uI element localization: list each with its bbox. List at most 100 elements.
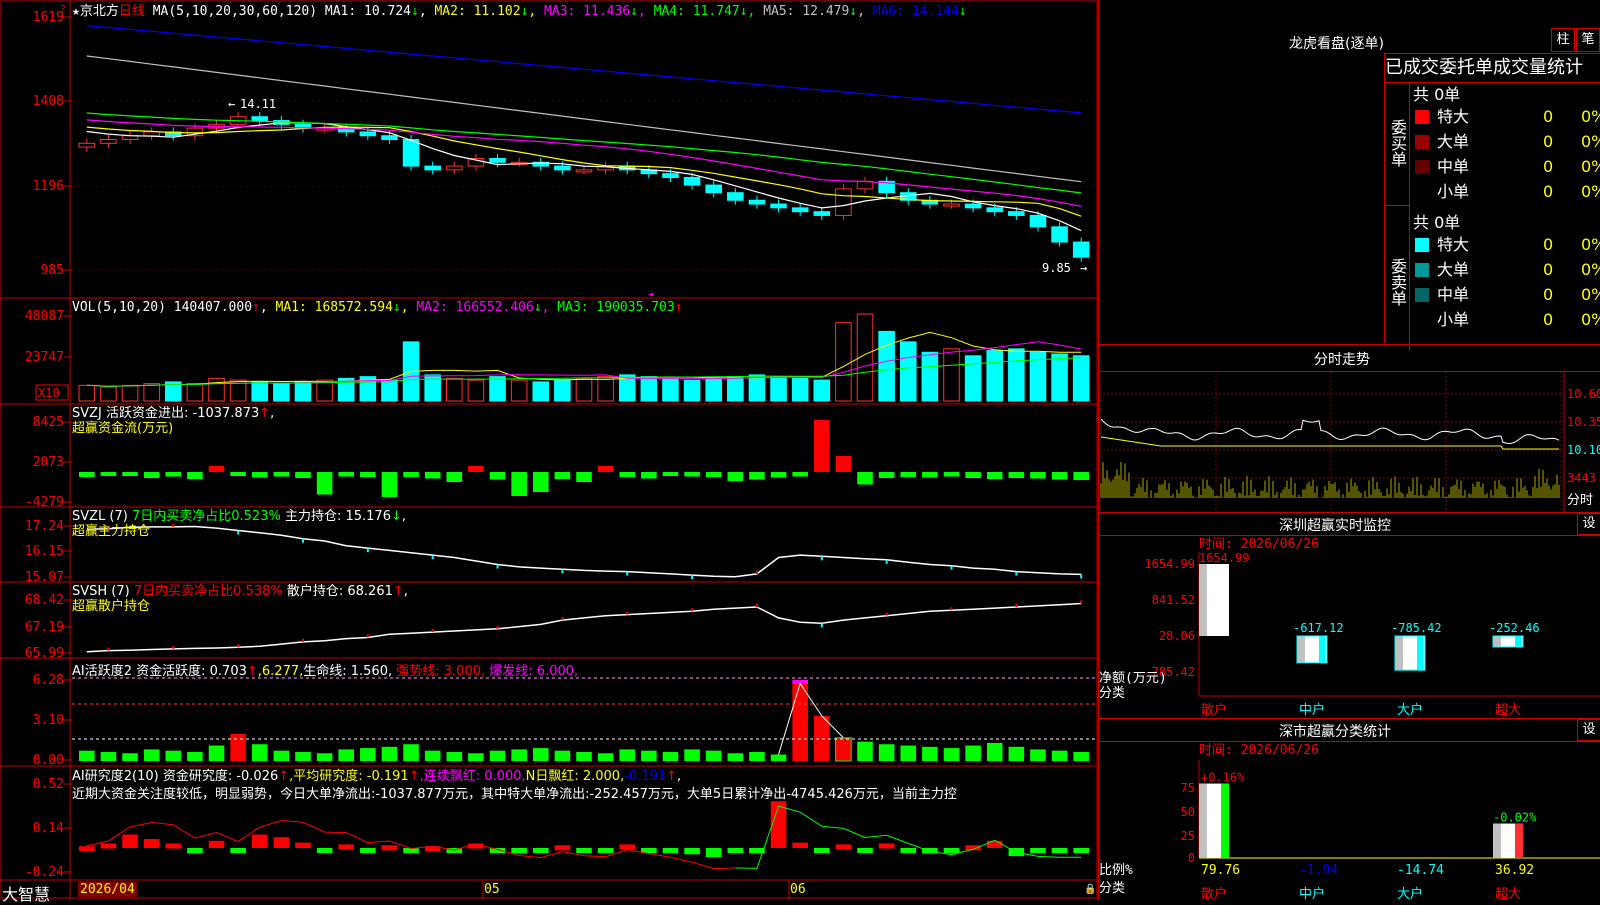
sz-monitor-chart: 时间: 2026/06/261654.99841.5228.06-785.421… — [1099, 537, 1600, 716]
fund-flow-bar — [403, 472, 419, 477]
order-color-swatch — [1415, 160, 1429, 174]
ai2-arrow3: ↑ — [666, 769, 678, 784]
ma-arrow: ↓ — [630, 4, 638, 19]
research-bar — [316, 848, 333, 853]
intraday-chart[interactable]: 10.60 10.35 10.10 3443 分时 — [1099, 372, 1600, 512]
sh-bar-value: 79.76 — [1201, 863, 1240, 878]
sell-side-label: 委卖单 — [1385, 205, 1410, 351]
pen-mode-button[interactable]: 笔 — [1576, 28, 1600, 52]
research-bar — [857, 848, 873, 853]
fund-flow-bar — [446, 472, 463, 482]
order-color-swatch — [1415, 135, 1429, 149]
volume-bar — [791, 377, 809, 402]
vol-panel-header: VOL(5,10,20) 140407.000↑, MA1: 168572.59… — [72, 300, 683, 315]
research-bar — [835, 844, 852, 850]
sz-bar-value: -617.12 — [1293, 621, 1344, 635]
ai1-arrow: ↑ — [246, 664, 258, 679]
brand-logo[interactable]: 大智慧 — [2, 881, 50, 905]
research-bar — [338, 844, 354, 850]
intraday-tick: 10.60 — [1567, 387, 1600, 401]
candle-body — [100, 139, 117, 144]
order-row-count: 0 — [1543, 285, 1554, 304]
sz-monitor-header: 深圳超赢实时监控 设 — [1099, 512, 1600, 536]
main-chart-area[interactable]: 1619140811969854808723747X1084252073-427… — [0, 0, 1100, 900]
order-color-swatch — [1415, 288, 1429, 302]
order-row-label: 小单 — [1437, 310, 1470, 329]
fund-flow-bar — [749, 472, 765, 480]
sh-bar-edge — [1515, 823, 1523, 858]
star-icon[interactable]: ★ — [72, 4, 80, 19]
y-tick-label: 15.07 — [25, 570, 64, 585]
order-color-swatch — [1415, 110, 1429, 124]
ma-arrow: ↓ — [739, 4, 748, 19]
sz-settings-button[interactable]: 设 — [1577, 513, 1600, 535]
sz-bar-1 — [1296, 635, 1328, 664]
activity-bar — [814, 715, 830, 761]
bar-mode-button[interactable]: 柱 — [1551, 28, 1575, 52]
intraday-avg-line — [1100, 436, 1559, 450]
order-row: 大单 0 0% — [1413, 130, 1600, 154]
low-mark-arrow: → — [1080, 261, 1087, 275]
order-row-pct: 0% — [1581, 132, 1600, 151]
svsh-header: SVSH (7) 7日内买卖净占比0.538% 散户持仓: 68.261↑, 超… — [72, 584, 408, 614]
ai1-p2: ,6.277, — [257, 664, 304, 679]
sell-total: 共 0单 — [1413, 213, 1461, 232]
vol-ma-item: MA3: 190035.703↑ — [557, 300, 683, 315]
sz-ytick: 1654.99 — [1144, 557, 1195, 571]
y-tick-label: 23747 — [25, 350, 64, 365]
sh-stats-title: 深市超赢分类统计 — [1279, 724, 1391, 740]
activity-bar — [468, 753, 484, 761]
y-tick-label: 16.15 — [25, 544, 64, 559]
y-axis-labels: 1619140811969854808723747X1084252073-427… — [25, 10, 72, 880]
volume-bar — [770, 376, 787, 402]
fund-flow-bar — [251, 472, 268, 478]
research-bar — [684, 848, 700, 855]
order-row-pct: 0% — [1581, 310, 1600, 329]
activity-bar — [360, 748, 376, 761]
svsh-head: SVSH (7) — [72, 584, 130, 599]
svsh-line2: 超赢散户持仓 — [72, 599, 151, 614]
volume-bar — [899, 341, 917, 402]
research-bar — [705, 848, 722, 857]
ai1-lifeline: 生命线: 1.560, — [303, 664, 393, 679]
volume-bar — [640, 376, 658, 402]
activity-bar — [1051, 750, 1068, 761]
fund-flow-bar — [273, 472, 290, 477]
period-label[interactable]: 日线 — [119, 4, 145, 19]
fund-flow-bar — [489, 472, 506, 480]
order-row: 特大 0 0% — [1413, 233, 1600, 257]
activity-bar — [381, 746, 398, 761]
activity-bar — [900, 745, 917, 761]
fund-flow-bar — [619, 472, 636, 477]
order-row: 中单 0 0% — [1413, 155, 1600, 179]
order-row-label: 中单 — [1437, 157, 1470, 176]
ma-legend-item: MA6: 14.144↓ — [872, 4, 967, 19]
order-row-label: 大单 — [1437, 132, 1470, 151]
y-tick-label: -0.24 — [25, 865, 64, 880]
svzl-line2: 超赢主力持仓 — [72, 524, 151, 539]
activity-bar — [943, 748, 960, 761]
volume-bar — [705, 377, 722, 402]
sh-ylabel: 比例% — [1099, 863, 1133, 878]
volume-bar — [554, 379, 571, 402]
sz-bar-edge — [1417, 636, 1423, 671]
volume-bar — [78, 384, 96, 402]
candle-body — [1029, 214, 1047, 228]
volume-bar — [186, 383, 204, 402]
sh-bar-shade — [1199, 783, 1207, 858]
svsh-holding: 散户持仓: 68.261 — [286, 584, 393, 599]
ma-line-ma6 — [86, 25, 1082, 114]
research-bar — [792, 842, 808, 848]
volume-bar — [1051, 353, 1068, 402]
y-tick-label: 8425 — [33, 415, 64, 430]
sz-ytick: 841.52 — [1152, 593, 1195, 607]
fund-flow-bar — [878, 472, 895, 478]
y-tick-label: 0.52 — [33, 777, 64, 792]
vol-ma-item: MA2: 166552.406↓, — [416, 300, 558, 315]
fund-flow-bar — [857, 472, 873, 485]
svzl-holding: 主力持仓: 15.176 — [284, 509, 391, 524]
activity-bar — [532, 748, 549, 761]
candle-body — [835, 188, 852, 216]
order-row-count: 0 — [1543, 235, 1554, 254]
sh-settings-button[interactable]: 设 — [1577, 719, 1600, 741]
